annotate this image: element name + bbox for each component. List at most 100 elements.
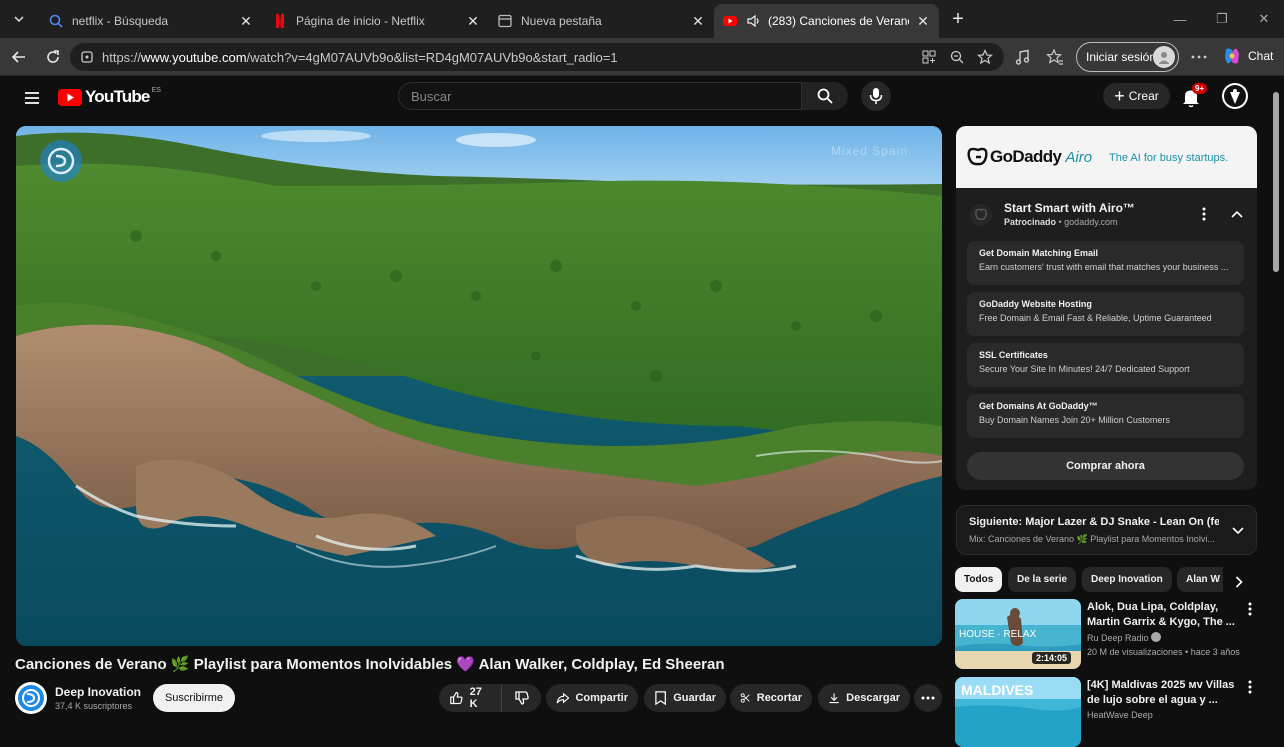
like-button[interactable]: 27 K <box>439 684 501 712</box>
subscribe-button[interactable]: Suscribirme <box>153 684 235 712</box>
chat-label: Chat <box>1248 49 1274 63</box>
chip-all[interactable]: Todos <box>955 567 1003 592</box>
more-options-icon[interactable] <box>1190 48 1208 66</box>
channel-logo-icon <box>18 685 44 711</box>
youtube-logo-icon <box>58 88 82 106</box>
speaker-icon[interactable] <box>746 13 762 29</box>
channel-avatar[interactable] <box>15 682 47 714</box>
site-info-icon[interactable] <box>80 50 94 64</box>
ad-banner[interactable]: GoDaddy Airo The AI for busy startups. <box>956 126 1257 188</box>
clip-label: Recortar <box>756 692 802 704</box>
chevron-down-icon <box>1232 527 1244 535</box>
microphone-icon <box>869 88 883 104</box>
chip-series[interactable]: De la serie <box>1008 567 1077 592</box>
up-next-card[interactable]: Siguiente: Major Lazer & DJ Snake - Lean… <box>956 505 1257 555</box>
channel-name[interactable]: Deep Inovation <box>55 685 141 699</box>
ad-sponsored-line: Patrocinado • godaddy.com <box>1004 217 1118 227</box>
notification-badge: 9+ <box>1192 83 1208 94</box>
voice-search-button[interactable] <box>861 81 891 111</box>
restore-button[interactable]: ❐ <box>1210 8 1234 30</box>
recommendation-options-button[interactable] <box>1245 601 1255 617</box>
share-button[interactable]: Compartir <box>546 684 638 712</box>
ad-options-button[interactable] <box>1196 204 1212 224</box>
ad-sitelink[interactable]: Get Domains At GoDaddy™ Buy Domain Names… <box>967 394 1244 438</box>
ad-tagline: The AI for busy startups. <box>1109 152 1229 164</box>
minimize-button[interactable]: — <box>1168 8 1192 30</box>
back-button[interactable] <box>8 46 30 68</box>
more-actions-button[interactable] <box>914 684 942 712</box>
search-input[interactable] <box>398 82 802 110</box>
favorite-star-icon[interactable] <box>976 47 994 67</box>
create-button[interactable]: + Crear <box>1103 83 1170 109</box>
godaddy-logo-icon <box>967 147 988 166</box>
close-tab-icon[interactable]: ✕ <box>690 13 706 29</box>
sitelink-description: Free Domain & Email Fast & Reliable, Upt… <box>979 313 1212 323</box>
channel-watermark-icon[interactable] <box>40 140 82 182</box>
thumbs-up-icon <box>450 691 463 705</box>
ad-cta-button[interactable]: Comprar ahora <box>967 452 1244 480</box>
tab-youtube-active[interactable]: (283) Canciones de Verano 🌿 ✕ <box>714 4 939 38</box>
zoom-icon[interactable] <box>948 47 966 67</box>
page-scrollbar[interactable] <box>1273 92 1279 272</box>
tab-list-button[interactable] <box>6 7 32 31</box>
reload-button[interactable] <box>42 46 64 68</box>
thumbnail-caption: MALDIVES <box>961 682 1033 698</box>
signin-button[interactable]: Iniciar sesión <box>1076 42 1179 72</box>
recommendation-title[interactable]: Alok, Dua Lipa, Coldplay, Martin Garrix … <box>1087 600 1235 630</box>
guide-menu-button[interactable] <box>20 86 44 110</box>
chevron-right-icon <box>1235 576 1243 588</box>
media-control-icon[interactable] <box>1014 48 1032 66</box>
app-available-icon[interactable] <box>920 47 938 67</box>
new-tab-button[interactable]: + <box>946 8 970 30</box>
video-thumbnail[interactable]: HOUSE · RELAX 2:14:05 <box>955 599 1081 669</box>
subscriber-count: 37,4 K suscriptores <box>55 701 133 711</box>
up-next-subtitle: Mix: Canciones de Verano 🌿 Playlist para… <box>969 534 1215 544</box>
download-button[interactable]: Descargar <box>818 684 910 712</box>
chip-channel[interactable]: Deep Inovation <box>1082 567 1172 592</box>
dislike-button[interactable] <box>501 684 541 712</box>
ad-brand-product: Airo <box>1065 148 1093 166</box>
recommendation-options-button[interactable] <box>1245 679 1255 695</box>
more-horizontal-icon <box>921 696 935 700</box>
bookmark-icon <box>655 691 666 706</box>
youtube-logo[interactable]: YouTube ES <box>58 87 161 107</box>
recommendation-item[interactable]: HOUSE · RELAX 2:14:05 Alok, Dua Lipa, Co… <box>955 599 1252 671</box>
save-button[interactable]: Guardar <box>644 684 726 712</box>
copilot-icon <box>1222 46 1242 66</box>
copilot-chat-button[interactable]: Chat <box>1222 46 1273 66</box>
video-thumbnail[interactable]: MALDIVES <box>955 677 1081 747</box>
download-label: Descargar <box>846 692 900 704</box>
expand-playlist-button[interactable] <box>1229 522 1247 540</box>
chips-next-button[interactable] <box>1232 574 1246 590</box>
godaddy-small-icon <box>975 208 987 220</box>
ad-title[interactable]: Start Smart with Airo™ <box>1004 201 1135 215</box>
close-tab-icon[interactable]: ✕ <box>915 13 931 29</box>
profile-avatar-icon <box>1153 46 1175 68</box>
favorites-icon[interactable] <box>1046 48 1064 66</box>
close-tab-icon[interactable]: ✕ <box>238 13 254 29</box>
recommendation-title[interactable]: [4K] Maldivas 2025 ᴍᴠ Villas de lujo sob… <box>1087 678 1235 708</box>
close-tab-icon[interactable]: ✕ <box>465 13 481 29</box>
save-label: Guardar <box>673 692 716 704</box>
address-bar[interactable]: https://www.youtube.com/watch?v=4gM07AUV… <box>70 43 1004 71</box>
tab-title: (283) Canciones de Verano 🌿 <box>768 14 909 28</box>
chip-artist[interactable]: Alan W <box>1177 567 1223 592</box>
tab-new-tab[interactable]: Nueva pestaña ✕ <box>489 4 714 38</box>
tab-netflix-home[interactable]: Página de inicio - Netflix ✕ <box>264 4 489 38</box>
ad-sitelink[interactable]: GoDaddy Website Hosting Free Domain & Em… <box>967 292 1244 336</box>
search-button[interactable] <box>802 82 848 110</box>
recommendation-item[interactable]: MALDIVES [4K] Maldivas 2025 ᴍᴠ Villas de… <box>955 677 1252 747</box>
reload-icon <box>47 50 59 63</box>
youtube-header: YouTube ES + Crear 9+ <box>0 76 1284 120</box>
more-vertical-icon <box>1248 602 1252 616</box>
video-player[interactable]: Mixed Spain <box>16 126 942 646</box>
ad-collapse-button[interactable] <box>1228 204 1246 224</box>
ad-sitelink[interactable]: Get Domain Matching Email Earn customers… <box>967 241 1244 285</box>
clip-button[interactable]: Recortar <box>730 684 812 712</box>
close-window-button[interactable]: ✕ <box>1252 8 1276 30</box>
tab-netflix-search[interactable]: netflix - Búsqueda ✕ <box>40 4 262 38</box>
ad-sitelink[interactable]: SSL Certificates Secure Your Site In Min… <box>967 343 1244 387</box>
tab-title: netflix - Búsqueda <box>72 14 169 28</box>
advertiser-avatar[interactable] <box>970 204 992 226</box>
account-avatar[interactable] <box>1222 83 1248 109</box>
